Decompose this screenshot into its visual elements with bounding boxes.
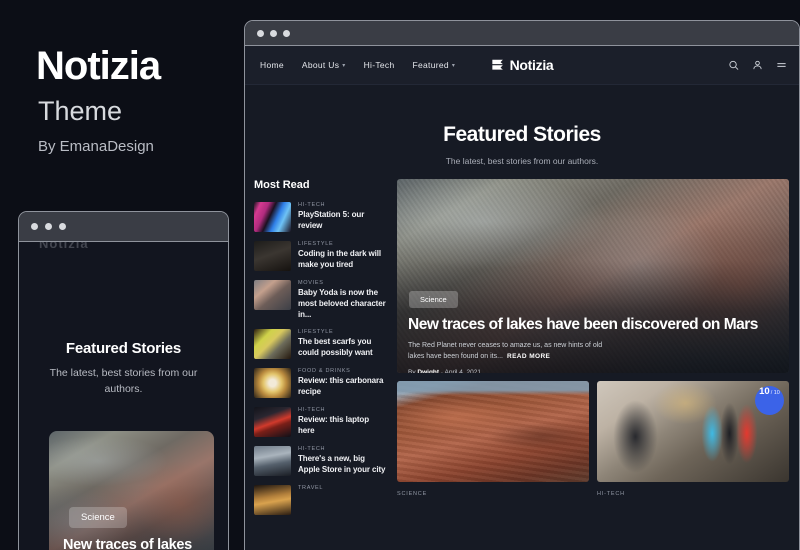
site-logo[interactable]: Notizia	[491, 57, 554, 73]
mobile-hero-subtitle: The latest, best stories from our author…	[49, 367, 198, 395]
article-card-category: SCIENCE	[397, 491, 428, 497]
list-item-category: HI-TECH	[298, 202, 326, 208]
mobile-card-category-badge[interactable]: Science	[69, 507, 127, 528]
brand-author: By EmanaDesign	[38, 138, 154, 155]
list-item-thumbnail	[254, 446, 291, 477]
list-item-category: LIFESTYLE	[298, 329, 334, 336]
mobile-preview-window: Notizia Featured Stories The latest, bes…	[18, 211, 229, 550]
nav-menu: Home About Us ▾ Hi-Tech Featured ▾	[245, 60, 455, 70]
mobile-titlebar	[19, 212, 228, 242]
notizia-flag-icon	[492, 59, 503, 70]
traffic-light-close-icon[interactable]	[257, 29, 264, 37]
traffic-light-maximize-icon[interactable]	[59, 223, 66, 230]
score-value: 10	[759, 386, 770, 397]
mobile-ghost-logo: Notizia	[39, 242, 89, 251]
list-item-title: There's a new, big Apple Store in your c…	[298, 454, 386, 475]
hero-section: Featured Stories The latest, best storie…	[245, 85, 799, 179]
list-item-thumbnail	[254, 368, 291, 399]
list-item-thumbnail	[254, 280, 291, 310]
list-item-title: Baby Yoda is now the most beloved charac…	[298, 288, 386, 319]
article-card-hi-tech[interactable]: 10 / 10 HI-TECH	[597, 381, 789, 505]
page-title: Featured Stories	[443, 123, 601, 146]
site-navbar: Home About Us ▾ Hi-Tech Featured ▾ Notiz…	[245, 46, 799, 85]
status-badge[interactable]: Science	[409, 291, 458, 308]
mobile-hero-title: Featured Stories	[65, 340, 182, 357]
list-item-thumbnail	[254, 202, 291, 232]
page-subtitle: The latest, best stories from our author…	[445, 156, 599, 166]
traffic-light-close-icon[interactable]	[31, 223, 38, 230]
browser-content: Home About Us ▾ Hi-Tech Featured ▾ Notiz…	[245, 46, 799, 550]
list-item-thumbnail	[254, 241, 291, 271]
article-card-category: HI-TECH	[597, 491, 625, 497]
most-read-heading: Most Read	[254, 179, 310, 191]
publish-date: April 4, 2021	[444, 369, 482, 373]
nav-item-featured[interactable]: Featured ▾	[412, 60, 455, 70]
list-item-category: HI-TECH	[298, 407, 326, 414]
nav-item-label: Hi-Tech	[363, 60, 395, 70]
nav-actions	[728, 60, 787, 71]
article-card-image: 10 / 10	[597, 381, 789, 482]
article-card-science[interactable]: SCIENCE	[397, 381, 589, 505]
mobile-featured-card[interactable]: Science New traces of lakes have been di…	[49, 431, 214, 550]
menu-icon[interactable]	[776, 60, 787, 71]
main-content-grid: Most Read HI-TECH PlayStation 5: our rev…	[245, 179, 799, 516]
list-item-title: Review: this laptop here	[298, 415, 369, 436]
score-denominator: / 10	[770, 390, 780, 396]
list-item[interactable]: LIFESTYLE The best scarfs you could poss…	[254, 329, 387, 360]
nav-item-about-us[interactable]: About Us ▾	[302, 60, 346, 70]
chevron-down-icon: ▾	[342, 62, 346, 69]
nav-item-label: About Us	[301, 60, 340, 70]
author-name[interactable]: Dwight	[417, 369, 439, 373]
brand-subtitle: Theme	[38, 96, 123, 126]
mobile-preview-body: Notizia Featured Stories The latest, bes…	[19, 242, 228, 550]
desktop-preview-window: Home About Us ▾ Hi-Tech Featured ▾ Notiz…	[244, 20, 800, 550]
list-item[interactable]: HI-TECH PlayStation 5: our review	[254, 202, 387, 232]
list-item[interactable]: FOOD & DRINKS Review: this carbonara rec…	[254, 368, 387, 399]
nav-item-hi-tech[interactable]: Hi-Tech	[364, 60, 395, 70]
list-item-category: FOOD & DRINKS	[298, 368, 351, 375]
traffic-light-minimize-icon[interactable]	[270, 29, 277, 37]
list-item-title: The best scarfs you could possibly want	[298, 337, 373, 358]
list-item[interactable]: HI-TECH There's a new, big Apple Store i…	[254, 446, 387, 477]
list-item[interactable]: LIFESTYLE Coding in the dark will make y…	[254, 241, 387, 271]
brand-title: Notizia	[36, 44, 161, 88]
chevron-down-icon: ▾	[451, 62, 456, 69]
list-item[interactable]: TRAVEL	[254, 485, 387, 516]
list-item-category: LIFESTYLE	[298, 241, 334, 247]
site-logo-text: Notizia	[509, 57, 554, 73]
featured-column: Science New traces of lakes have been di…	[397, 179, 789, 505]
list-item-category: HI-TECH	[298, 446, 326, 453]
featured-article-meta: By Dwight · April 4, 2021	[408, 369, 481, 373]
excerpt-text: The Red Planet never ceases to amaze us,…	[408, 342, 603, 361]
list-item-title: Review: this carbonara recipe	[298, 376, 384, 397]
score-badge: 10 / 10	[755, 386, 784, 415]
featured-article-excerpt: The Red Planet never ceases to amaze us,…	[408, 340, 609, 363]
featured-article-card[interactable]: Science New traces of lakes have been di…	[397, 179, 789, 373]
list-item-category: MOVIES	[298, 280, 324, 286]
list-item-thumbnail	[254, 485, 291, 516]
account-icon[interactable]	[752, 60, 763, 71]
most-read-sidebar: Most Read HI-TECH PlayStation 5: our rev…	[254, 179, 387, 516]
list-item-category: TRAVEL	[298, 485, 324, 492]
browser-titlebar	[245, 21, 799, 46]
nav-item-label: Home	[260, 60, 284, 70]
read-more-link[interactable]: READ MORE	[507, 353, 550, 360]
list-item-thumbnail	[254, 329, 291, 360]
search-icon[interactable]	[728, 60, 739, 71]
author-prefix: By	[408, 369, 418, 373]
list-item-title: PlayStation 5: our review	[298, 210, 365, 230]
list-item[interactable]: MOVIES Baby Yoda is now the most beloved…	[254, 280, 387, 320]
list-item-thumbnail	[254, 407, 291, 438]
list-item[interactable]: HI-TECH Review: this laptop here	[254, 407, 387, 438]
mobile-card-title: New traces of lakes have been discovered…	[63, 537, 192, 550]
featured-article-title: New traces of lakes have been discovered…	[408, 316, 758, 333]
article-card-image	[397, 381, 589, 482]
traffic-light-maximize-icon[interactable]	[283, 29, 290, 37]
featured-subcards-row: SCIENCE 10 / 10 HI-TECH	[397, 381, 789, 505]
nav-item-home[interactable]: Home	[260, 60, 284, 70]
nav-item-label: Featured	[412, 60, 449, 70]
traffic-light-minimize-icon[interactable]	[45, 223, 52, 230]
list-item-title: Coding in the dark will make you tired	[298, 249, 382, 269]
